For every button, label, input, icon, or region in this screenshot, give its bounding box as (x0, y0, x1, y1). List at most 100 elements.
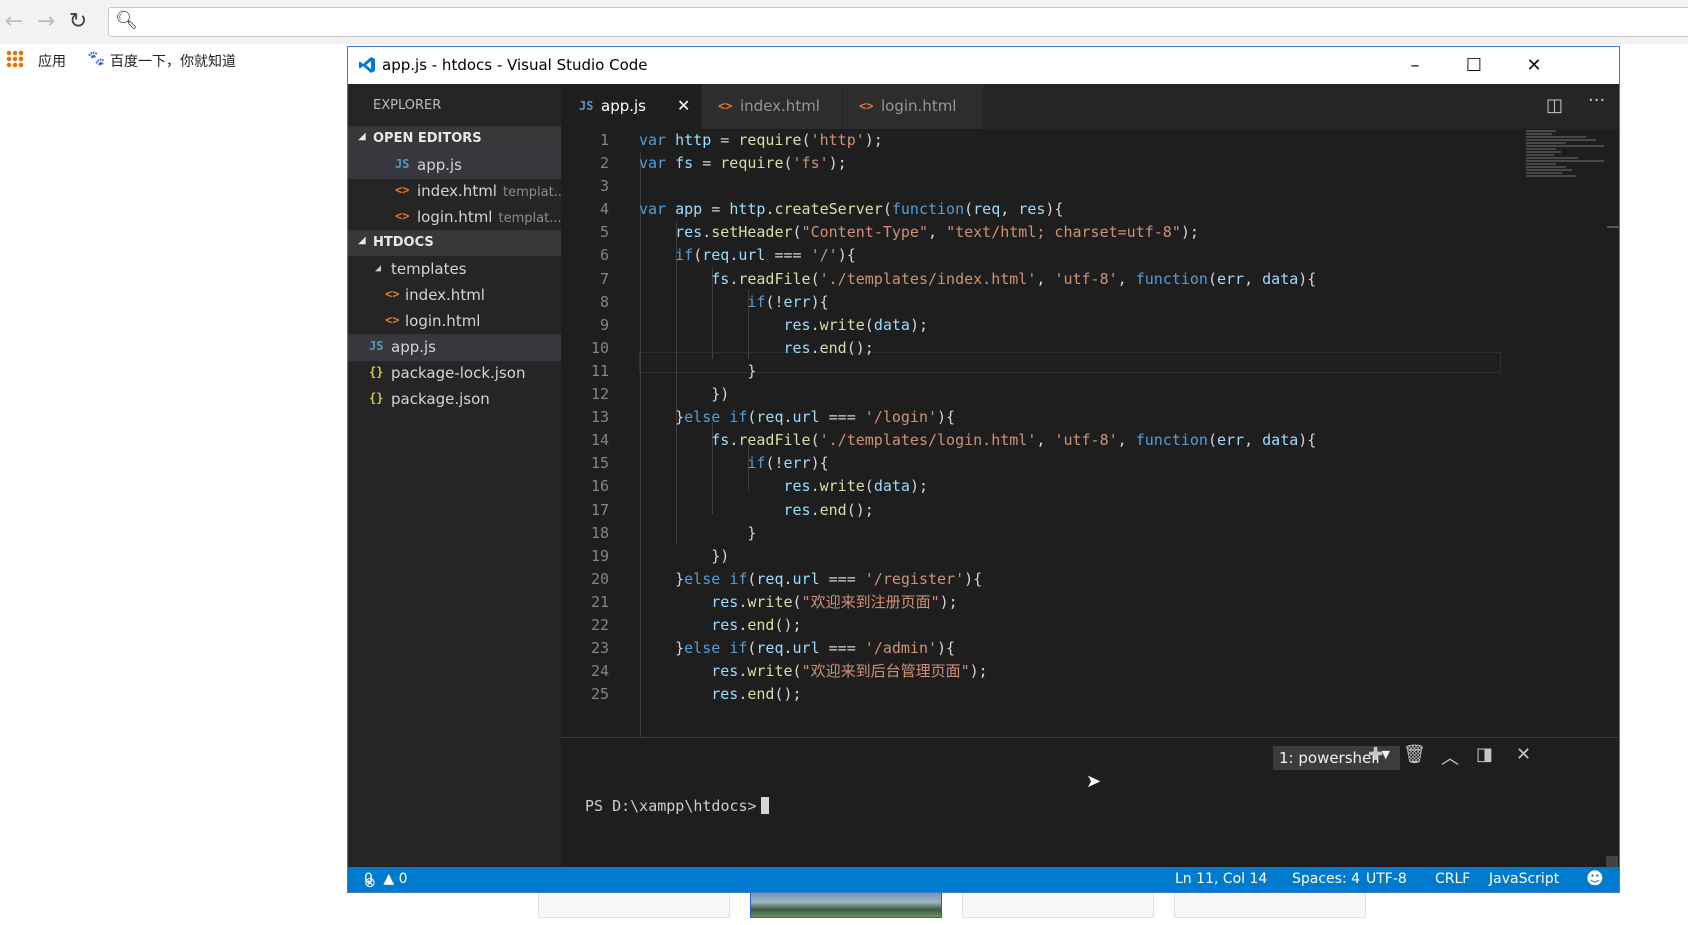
code-line: if(req.url === '/'){ (675, 246, 856, 265)
terminal-cursor (760, 797, 769, 814)
page-thumbnail[interactable] (750, 892, 942, 918)
encoding[interactable]: UTF-8 (1366, 871, 1407, 887)
line-number: 4 (599, 200, 609, 219)
code-line: } (639, 361, 757, 380)
back-arrow-icon[interactable]: ← (0, 8, 28, 36)
collapse-caret-icon: ◢ (358, 235, 366, 246)
indentation[interactable]: Spaces: 4 (1292, 871, 1360, 887)
page-thumbnail[interactable] (538, 892, 730, 918)
line-number: 8 (599, 292, 609, 311)
code-line: }else if(req.url === '/register'){ (639, 569, 983, 588)
status-bar: ⊗ 0 ▲ 0 Ln 11, Col 14 Spaces: 4 UTF-8 CR… (348, 867, 1619, 892)
address-bar[interactable]: 🔍︎ (108, 7, 1688, 37)
tab-login-html[interactable]: <> login.html (843, 84, 983, 129)
open-editor-item[interactable]: <> login.html templat... (348, 204, 561, 231)
editor-scrollbar[interactable] (1607, 226, 1619, 228)
cursor-position[interactable]: Ln 11, Col 14 (1175, 871, 1267, 887)
code-line: }else if(req.url === '/login'){ (639, 408, 956, 427)
language-mode[interactable]: JavaScript (1489, 871, 1559, 887)
code-line: fs.readFile('./templates/index.html', 'u… (711, 269, 1317, 288)
new-terminal-icon[interactable]: ✚ (1368, 744, 1383, 765)
line-number: 9 (599, 315, 609, 334)
terminal-prompt[interactable]: PS D:\xampp\htdocs> (585, 797, 769, 815)
collapse-caret-icon: ◢ (358, 131, 366, 142)
open-editors-section[interactable]: ◢ OPEN EDITORS (348, 126, 561, 152)
line-number: 16 (590, 477, 609, 496)
line-number: 25 (590, 685, 609, 704)
explorer-title: EXPLORER (373, 98, 442, 113)
code-line: var fs = require('fs'); (639, 154, 847, 173)
line-number: 1 (599, 131, 609, 149)
html-file-icon: <> (395, 183, 410, 197)
bookmark-baidu[interactable]: 百度一下，你就知道 (110, 51, 236, 71)
line-number: 18 (590, 523, 609, 542)
file-item[interactable]: <> login.html (348, 308, 561, 335)
page-thumbnail[interactable] (1174, 892, 1366, 918)
file-item[interactable]: JS app.js (348, 334, 561, 361)
folder-templates[interactable]: ◢ templates (348, 256, 561, 283)
code-line: res.setHeader("Content-Type", "text/html… (675, 223, 1199, 242)
html-file-icon: <> (385, 313, 400, 327)
tab-index-html[interactable]: <> index.html (702, 84, 842, 129)
warning-icon: ▲ (383, 871, 395, 887)
split-editor-icon[interactable]: ◫ (1546, 95, 1563, 116)
js-file-icon: JS (395, 157, 410, 171)
code-line: res.write("欢迎来到后台管理页面"); (711, 662, 988, 681)
json-file-icon: {} (369, 391, 384, 405)
js-file-icon: JS (369, 339, 384, 353)
line-number: 22 (590, 615, 609, 634)
file-item[interactable]: <> index.html (348, 282, 561, 309)
line-number: 2 (599, 154, 609, 173)
line-number: 15 (590, 454, 609, 473)
open-editor-item[interactable]: JS app.js (348, 152, 561, 179)
htdocs-section[interactable]: ◢ HTDOCS (348, 230, 561, 256)
file-item[interactable]: {} package-lock.json (348, 360, 561, 387)
more-actions-icon[interactable]: ··· (1588, 90, 1605, 111)
close-window-button[interactable]: ✕ (1505, 49, 1563, 82)
mouse-pointer-icon: ➤ (1086, 771, 1102, 792)
code-editor[interactable]: 1 2 3 4 5 6 7 8 9 10 11 12 13 14 15 16 17 18 19 20 21 22 23 24 2… (561, 129, 1619, 737)
code-line: var http = require('http'); (639, 131, 883, 149)
page-thumbnail[interactable] (962, 892, 1154, 918)
line-number: 20 (590, 569, 609, 588)
code-line: res.write(data); (783, 477, 929, 496)
close-panel-icon[interactable]: ✕ (1516, 744, 1531, 765)
line-number: 10 (590, 338, 609, 357)
search-icon: 🔍︎ (115, 10, 138, 31)
line-number: 13 (590, 408, 609, 427)
line-number: 23 (590, 639, 609, 658)
line-number: 7 (599, 269, 609, 288)
line-ending[interactable]: CRLF (1435, 871, 1470, 887)
title-bar: app.js - htdocs - Visual Studio Code – ☐… (348, 47, 1619, 84)
html-file-icon: <> (718, 99, 733, 113)
maximize-button[interactable]: ☐ (1445, 49, 1503, 82)
folder-caret-icon: ◢ (375, 263, 382, 274)
forward-arrow-icon[interactable]: → (32, 8, 60, 36)
line-number: 21 (590, 592, 609, 611)
file-item[interactable]: {} package.json (348, 386, 561, 413)
line-number: 19 (590, 546, 609, 565)
code-line: res.end(); (711, 615, 802, 634)
minimap[interactable] (1526, 129, 1606, 199)
minimize-button[interactable]: – (1386, 49, 1444, 82)
close-tab-icon[interactable]: ✕ (677, 96, 690, 115)
apps-grid-icon[interactable] (6, 50, 24, 68)
code-content[interactable]: var http = require('http'); var fs = req… (639, 129, 1539, 706)
baidu-paw-icon: 🐾︎ (86, 49, 107, 68)
code-line: res.end(); (783, 500, 874, 519)
trash-icon[interactable]: 🗑︎ (1403, 744, 1426, 765)
window-title: app.js - htdocs - Visual Studio Code (382, 56, 648, 74)
maximize-panel-icon[interactable]: ︿ (1441, 744, 1459, 770)
line-number: 11 (590, 361, 609, 380)
code-line: fs.readFile('./templates/login.html', 'u… (711, 431, 1317, 450)
split-terminal-icon[interactable]: ◨ (1476, 744, 1493, 765)
bookmark-apps[interactable]: 应用 (38, 51, 66, 71)
feedback-smiley-icon[interactable]: ☻ (1586, 869, 1604, 889)
tab-app-js[interactable]: JS app.js ✕ (561, 84, 701, 129)
browser-toolbar: ← → ↻ 🔍︎ (0, 0, 1688, 44)
open-editor-item[interactable]: <> index.html templat... (348, 178, 561, 205)
problems-indicator[interactable]: ⊗ 0 ▲ 0 (364, 871, 408, 891)
reload-icon[interactable]: ↻ (64, 8, 92, 36)
code-line: res.end(); (783, 338, 874, 357)
